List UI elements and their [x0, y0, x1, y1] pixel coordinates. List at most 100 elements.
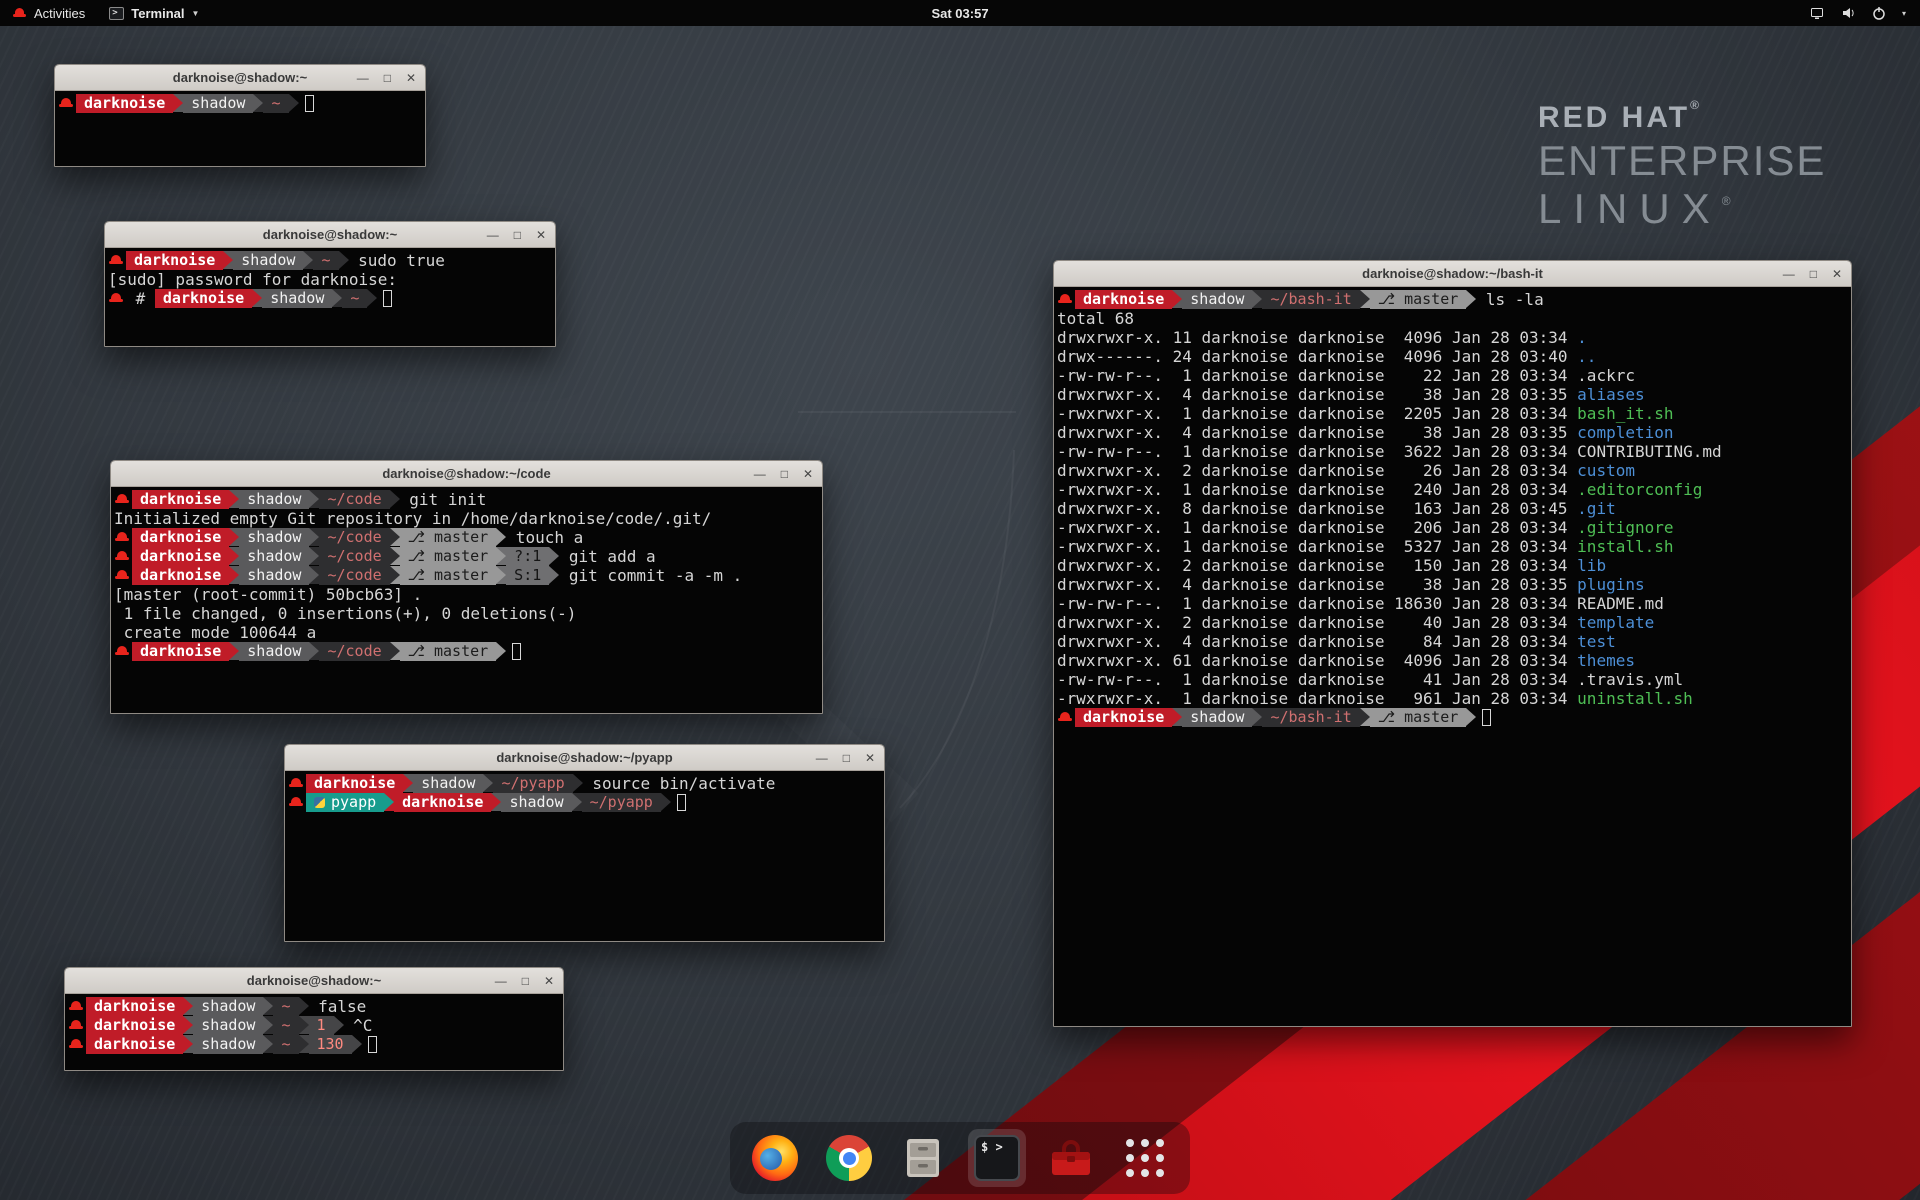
prompt-segment: pyapp [306, 793, 384, 812]
terminal-window-home-1: darknoise@shadow:~ — □ ✕ darknoiseshadow… [54, 64, 426, 167]
prompt-segment: ~/bash-it [1262, 290, 1359, 309]
terminal-line: darknoiseshadow~/code⎇ master?:1 git add… [114, 547, 819, 566]
exec-name-text: uninstall.sh [1577, 689, 1693, 708]
terminal-text: [master (root-commit) 50bcb63] . [114, 585, 422, 604]
terminal-line: drwxrwxr-x. 4 darknoise darknoise 38 Jan… [1057, 575, 1848, 594]
app-menu-terminal[interactable]: Terminal ▼ [97, 0, 211, 26]
powerline-arrow-icon [549, 547, 559, 565]
system-chevron-down-icon[interactable]: ▾ [1902, 9, 1906, 18]
clock[interactable]: Sat 03:57 [931, 6, 988, 21]
window-titlebar[interactable]: darknoise@shadow:~/bash-it — □ ✕ [1054, 261, 1851, 287]
prompt-segment: darknoise [306, 774, 403, 793]
terminal-text: [sudo] password for darknoise: [108, 270, 407, 289]
close-button[interactable]: ✕ [544, 975, 554, 987]
terminal-text: drwxrwxr-x. 11 darknoise darknoise 4096 … [1057, 328, 1577, 347]
redhat-prompt-icon [58, 94, 74, 113]
prompt-segment: darknoise [86, 997, 183, 1016]
powerline-arrow-icon [309, 490, 319, 508]
maximize-button[interactable]: □ [514, 229, 521, 241]
prompt-segment: darknoise [132, 566, 229, 585]
files-icon [900, 1135, 946, 1181]
minimize-button[interactable]: — [816, 752, 828, 764]
minimize-button[interactable]: — [1783, 268, 1795, 280]
dock-files[interactable] [894, 1129, 952, 1187]
maximize-button[interactable]: □ [522, 975, 529, 987]
terminal-content[interactable]: darknoiseshadow~ sudo true[sudo] passwor… [105, 248, 555, 346]
powerline-arrow-icon [309, 547, 319, 565]
window-titlebar[interactable]: darknoise@shadow:~ — □ ✕ [105, 222, 555, 248]
volume-icon[interactable] [1840, 5, 1856, 21]
maximize-button[interactable]: □ [384, 72, 391, 84]
window-titlebar[interactable]: darknoise@shadow:~ — □ ✕ [65, 968, 563, 994]
terminal-window-code: darknoise@shadow:~/code — □ ✕ darknoises… [110, 460, 823, 714]
terminal-content[interactable]: darknoiseshadow~/bash-it⎇ master ls -lat… [1054, 287, 1851, 1026]
close-button[interactable]: ✕ [536, 229, 546, 241]
activities-button[interactable]: Activities [0, 0, 97, 26]
terminal-line: drwxrwxr-x. 8 darknoise darknoise 163 Ja… [1057, 499, 1848, 518]
terminal-content[interactable]: darknoiseshadow~ [55, 91, 425, 166]
powerline-arrow-icon [1172, 708, 1182, 726]
window-titlebar[interactable]: darknoise@shadow:~/pyapp — □ ✕ [285, 745, 884, 771]
terminal-cursor [305, 95, 314, 112]
redhat-prompt-icon [114, 547, 130, 566]
terminal-line: -rwxrwxr-x. 1 darknoise darknoise 2205 J… [1057, 404, 1848, 423]
terminal-content[interactable]: darknoiseshadow~/pyapp source bin/activa… [285, 771, 884, 941]
terminal-text: drwxrwxr-x. 4 darknoise darknoise 84 Jan… [1057, 632, 1577, 651]
powerline-arrow-icon [223, 251, 233, 269]
terminal-line: darknoiseshadow~130 [68, 1035, 560, 1054]
powerline-arrow-icon [253, 94, 263, 112]
prompt-segment: ?:1 [506, 547, 549, 566]
dock-terminal[interactable] [968, 1129, 1026, 1187]
powerline-arrow-icon [352, 1035, 362, 1053]
terminal-window-pyapp: darknoise@shadow:~/pyapp — □ ✕ darknoise… [284, 744, 885, 942]
powerline-arrow-icon [390, 642, 400, 660]
dir-name-text: lib [1577, 556, 1606, 575]
dir-name-text: template [1577, 613, 1654, 632]
maximize-button[interactable]: □ [781, 468, 788, 480]
maximize-button[interactable]: □ [843, 752, 850, 764]
minimize-button[interactable]: — [357, 72, 369, 84]
terminal-cursor [1482, 709, 1491, 726]
window-titlebar[interactable]: darknoise@shadow:~/code — □ ✕ [111, 461, 822, 487]
prompt-segment: 1 [309, 1016, 334, 1035]
redhat-prompt-icon [1057, 708, 1073, 727]
minimize-button[interactable]: — [487, 229, 499, 241]
dock-toolbox[interactable] [1042, 1129, 1100, 1187]
dir-name-text: plugins [1577, 575, 1644, 594]
prompt-segment: shadow [193, 1016, 263, 1035]
maximize-button[interactable]: □ [1810, 268, 1817, 280]
dock-chrome[interactable] [820, 1129, 878, 1187]
prompt-segment: ~ [273, 997, 298, 1016]
screen-icon[interactable] [1809, 5, 1825, 21]
prompt-segment: ~ [342, 289, 367, 308]
powerline-arrow-icon [332, 289, 342, 307]
power-icon[interactable] [1871, 5, 1887, 21]
dock-app-grid[interactable] [1116, 1129, 1174, 1187]
close-button[interactable]: ✕ [803, 468, 813, 480]
activities-label: Activities [34, 6, 85, 21]
powerline-arrow-icon [390, 547, 400, 565]
terminal-line: create mode 100644 a [114, 623, 819, 642]
redhat-logo-icon [12, 5, 27, 21]
top-bar: Activities Terminal ▼ Sat 03:57 ▾ [0, 0, 1920, 26]
window-titlebar[interactable]: darknoise@shadow:~ — □ ✕ [55, 65, 425, 91]
minimize-button[interactable]: — [495, 975, 507, 987]
dock-firefox[interactable] [746, 1129, 804, 1187]
dir-name-text: aliases [1577, 385, 1644, 404]
powerline-arrow-icon [491, 793, 501, 811]
powerline-arrow-icon [403, 774, 413, 792]
close-button[interactable]: ✕ [1832, 268, 1842, 280]
powerline-arrow-icon [390, 566, 400, 584]
prompt-segment: shadow [262, 289, 332, 308]
terminal-text: drwxrwxr-x. 8 darknoise darknoise 163 Ja… [1057, 499, 1577, 518]
terminal-line: darknoiseshadow~/code⎇ master touch a [114, 528, 819, 547]
powerline-arrow-icon [496, 528, 506, 546]
terminal-content[interactable]: darknoiseshadow~/code git initInitialize… [111, 487, 822, 713]
window-title: darknoise@shadow:~/pyapp [496, 750, 672, 765]
redhat-prompt-icon [114, 642, 130, 661]
minimize-button[interactable]: — [754, 468, 766, 480]
terminal-text: drwxrwxr-x. 2 darknoise darknoise 150 Ja… [1057, 556, 1577, 575]
terminal-content[interactable]: darknoiseshadow~ falsedarknoiseshadow~1 … [65, 994, 563, 1070]
close-button[interactable]: ✕ [406, 72, 416, 84]
close-button[interactable]: ✕ [865, 752, 875, 764]
